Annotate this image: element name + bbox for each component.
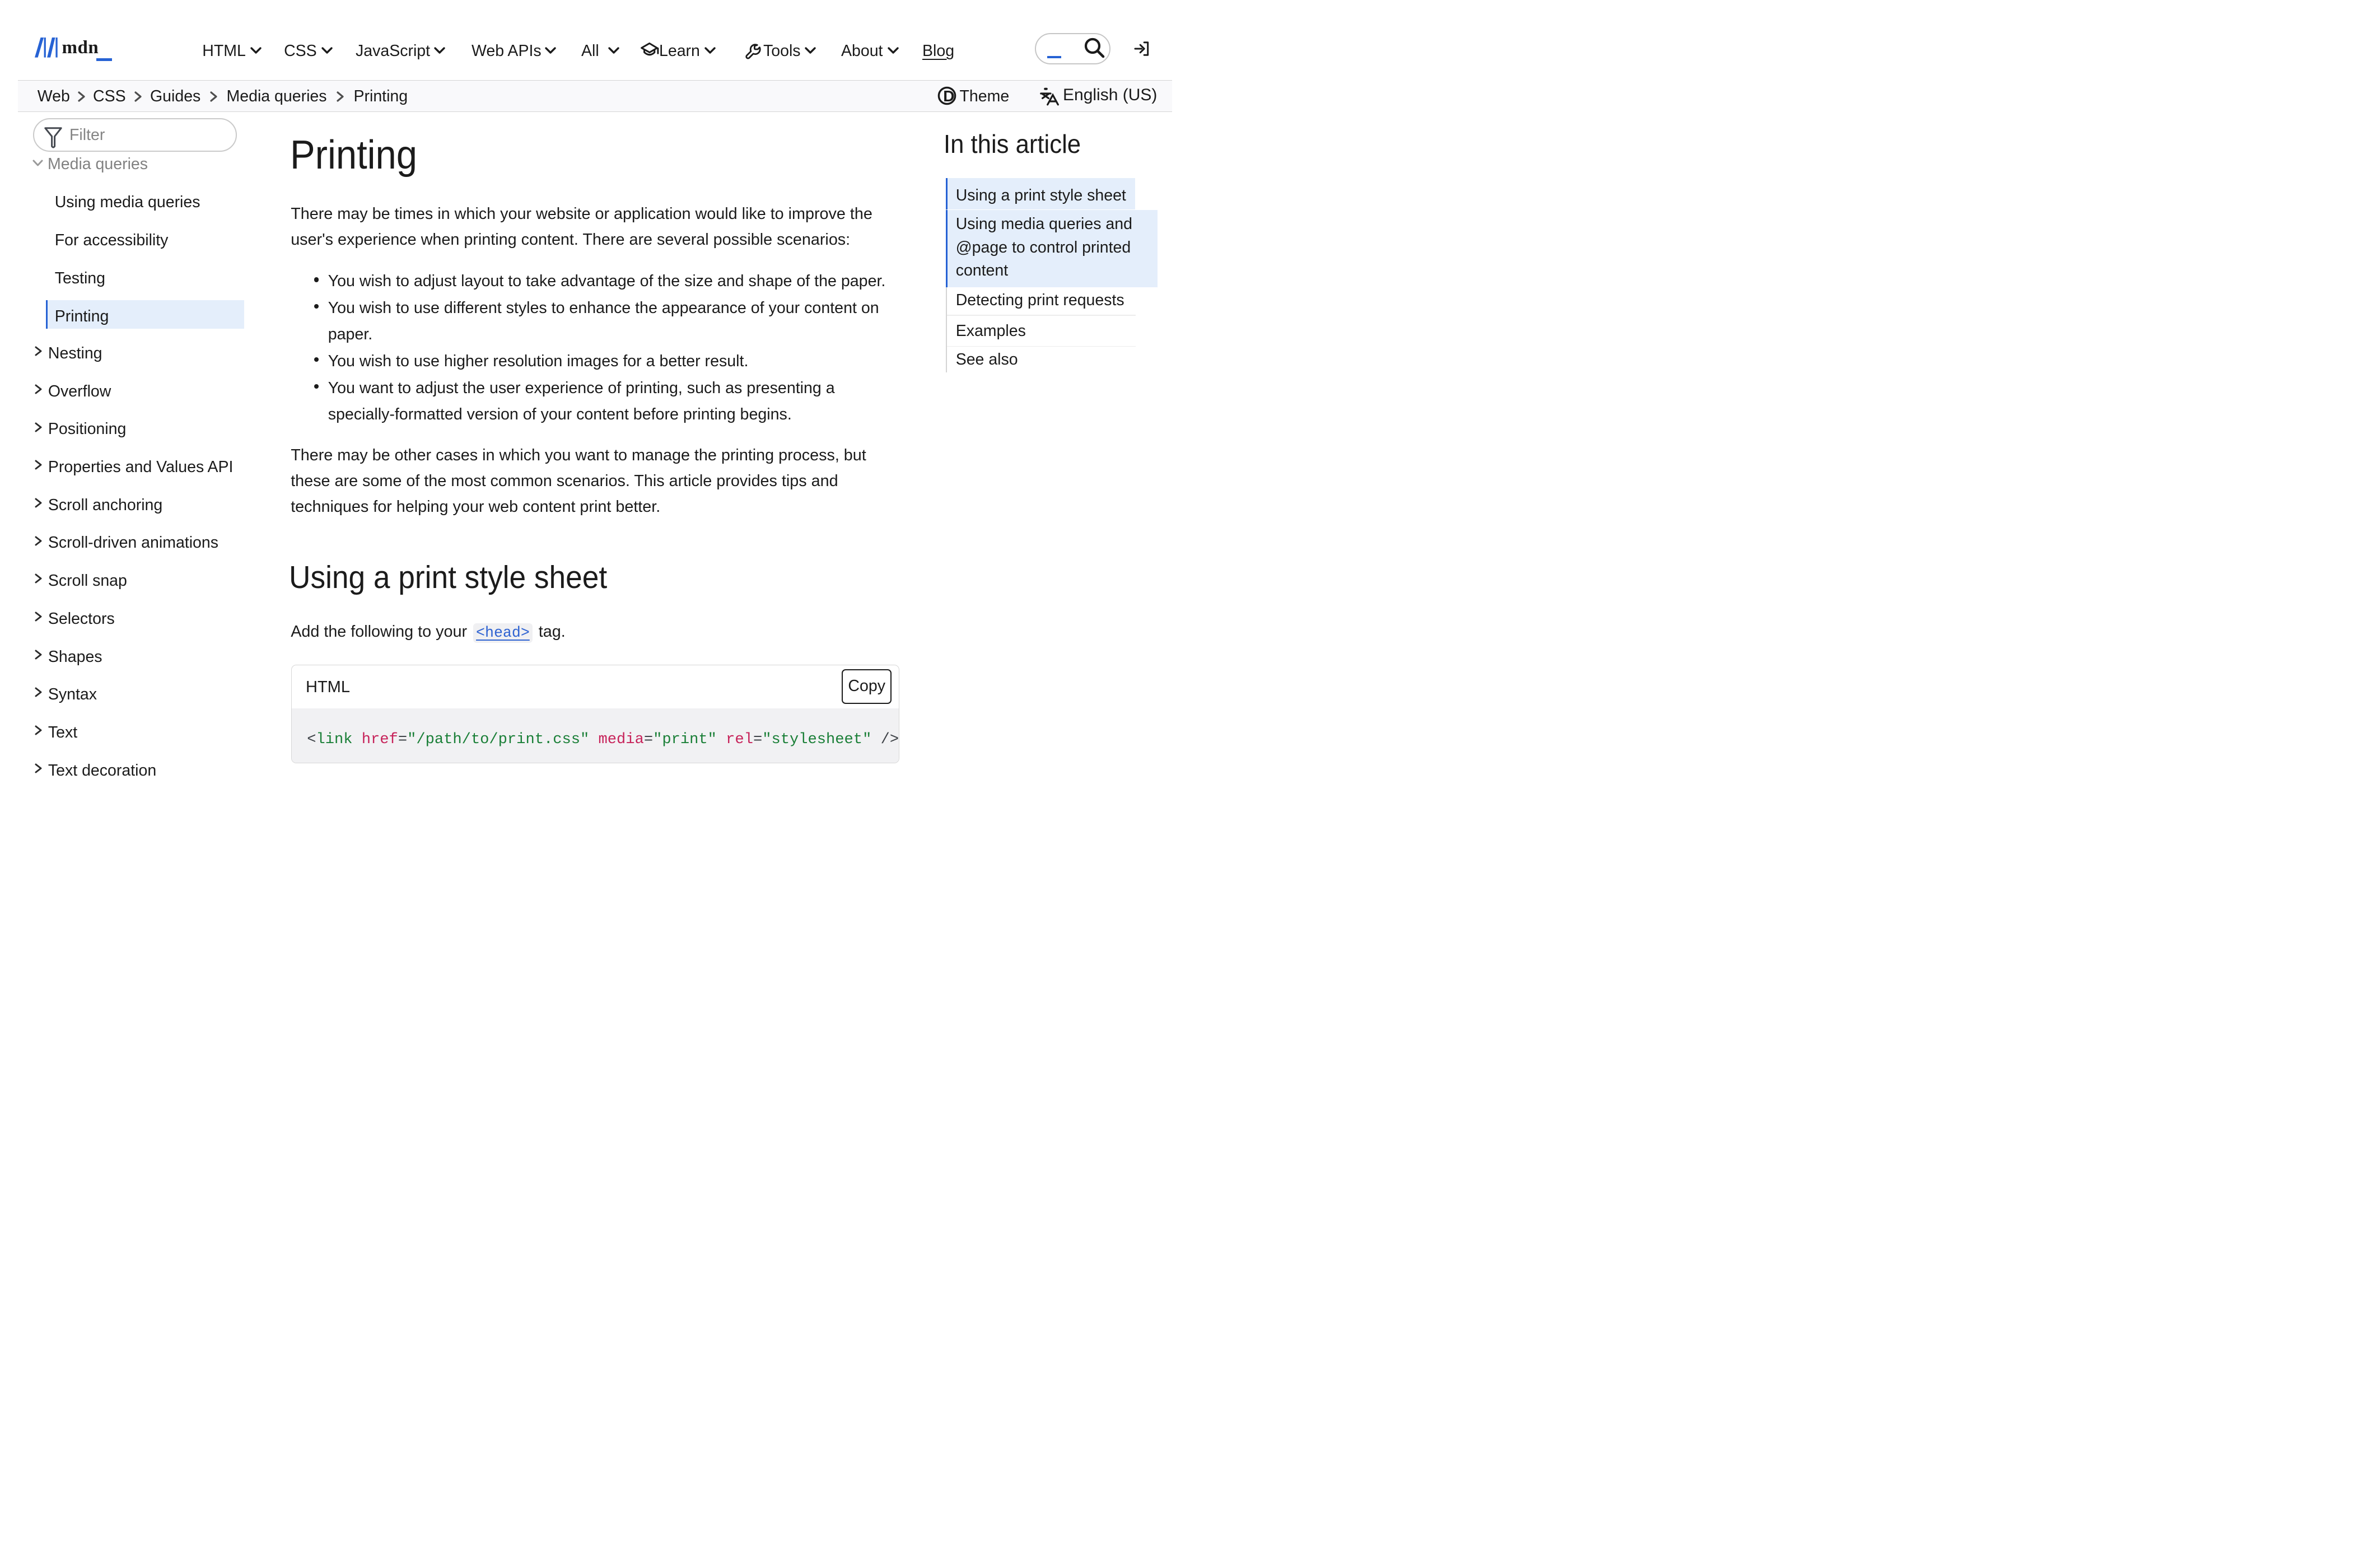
svg-text:D: D <box>943 87 954 105</box>
